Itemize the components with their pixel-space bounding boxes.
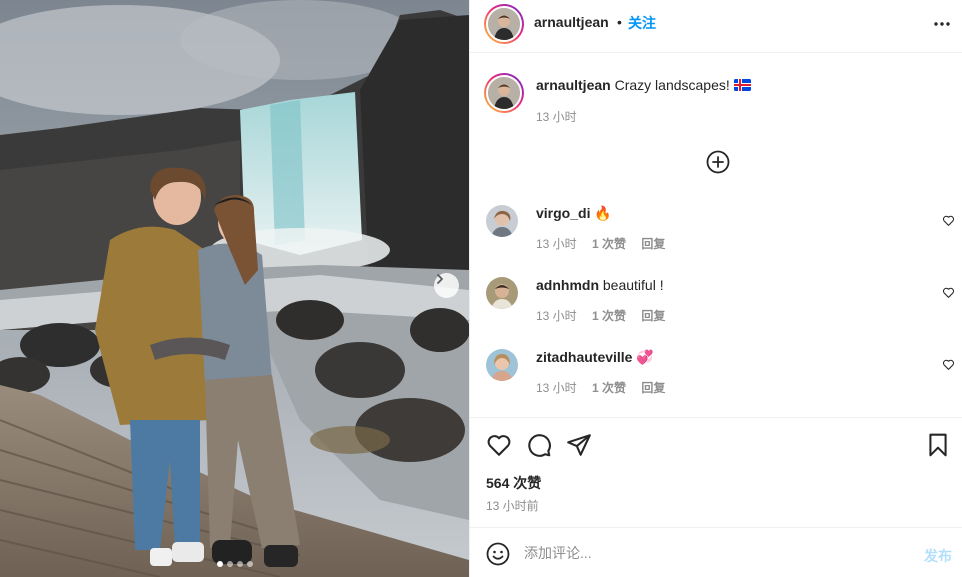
comment-input[interactable] (524, 540, 904, 566)
author-avatar[interactable] (484, 4, 524, 44)
caption-username[interactable]: arnaultjean (536, 77, 611, 93)
like-heart-icon[interactable] (486, 432, 512, 458)
header-separator: • (617, 14, 622, 30)
comment-text-line: adnhmdn beautiful ! (536, 277, 664, 293)
post-header: arnaultjean • 关注 (470, 0, 962, 53)
caption-text: Crazy landscapes! (614, 77, 730, 93)
next-photo-button[interactable] (434, 273, 459, 298)
follow-button[interactable]: 关注 (628, 13, 656, 33)
comment-likes[interactable]: 1 次赞 (592, 381, 626, 395)
comment-username[interactable]: zitadhauteville (536, 349, 632, 365)
comment-likes[interactable]: 1 次赞 (592, 237, 626, 251)
carousel-indicator (0, 561, 469, 567)
comment-reply-button[interactable]: 回复 (641, 309, 665, 323)
comment-reply-button[interactable]: 回复 (641, 381, 665, 395)
comment-time: 13 小时 (536, 309, 577, 323)
carousel-dot (226, 561, 233, 567)
carousel-dot (246, 561, 253, 567)
caption-timestamp: 13 小时 (536, 110, 577, 124)
avatar-image (488, 77, 520, 109)
commenter-avatar[interactable] (486, 277, 518, 309)
comment-meta: 13 小时 1 次赞 回复 (536, 235, 677, 252)
post-caption: arnaultjean Crazy landscapes! (536, 77, 751, 93)
comment-text: 🔥 (594, 205, 612, 221)
comment-bubble-icon[interactable] (526, 432, 552, 458)
likes-count[interactable]: 564 次赞 (486, 473, 541, 493)
author-username[interactable]: arnaultjean (534, 14, 609, 30)
chevron-right-icon (437, 274, 443, 284)
comment-meta: 13 小时 1 次赞 回复 (536, 379, 677, 396)
instagram-post-modal: arnaultjean • 关注 arnaultjean Crazy lands… (0, 0, 962, 577)
comment-time: 13 小时 (536, 381, 577, 395)
post-actions: 564 次赞 13 小时前 (470, 417, 962, 527)
comment-username[interactable]: adnhmdn (536, 277, 599, 293)
post-timestamp: 13 小时前 (486, 499, 539, 513)
comment-likes[interactable]: 1 次赞 (592, 309, 626, 323)
caption-author-avatar[interactable] (484, 73, 524, 113)
post-photo[interactable] (0, 0, 469, 577)
carousel-dot (216, 561, 223, 567)
avatar-image (486, 277, 518, 309)
post-comment-button[interactable]: 发布 (924, 546, 952, 566)
heart-icon[interactable] (942, 358, 955, 371)
add-comment-bar: 发布 (470, 527, 962, 577)
heart-icon[interactable] (942, 214, 955, 227)
comment-text: 💞 (636, 349, 654, 365)
comment-item: virgo_di 🔥 13 小时 1 次赞 回复 (470, 205, 962, 265)
comment-text: beautiful ! (602, 277, 664, 293)
heart-icon[interactable] (942, 286, 955, 299)
comment-text-line: virgo_di 🔥 (536, 205, 612, 222)
post-side-panel: arnaultjean • 关注 arnaultjean Crazy lands… (469, 0, 962, 577)
comment-item: adnhmdn beautiful ! 13 小时 1 次赞 回复 (470, 277, 962, 337)
avatar-image (488, 8, 520, 40)
comment-time: 13 小时 (536, 237, 577, 251)
comment-item: zitadhauteville 💞 13 小时 1 次赞 回复 (470, 349, 962, 409)
bookmark-icon[interactable] (925, 432, 951, 458)
carousel-dot (236, 561, 243, 567)
comment-username[interactable]: virgo_di (536, 205, 590, 221)
avatar-image (486, 205, 518, 237)
commenter-avatar[interactable] (486, 349, 518, 381)
paper-plane-icon[interactable] (566, 432, 592, 458)
landscape-photo (0, 0, 469, 577)
emoji-smile-icon[interactable] (486, 542, 510, 566)
comment-text-line: zitadhauteville 💞 (536, 349, 654, 366)
comment-meta: 13 小时 1 次赞 回复 (536, 307, 677, 324)
commenter-avatar[interactable] (486, 205, 518, 237)
comment-reply-button[interactable]: 回复 (641, 237, 665, 251)
iceland-flag-icon (733, 79, 751, 91)
more-options-icon[interactable] (932, 14, 952, 34)
plus-circle-icon[interactable] (706, 150, 730, 174)
avatar-image (486, 349, 518, 381)
